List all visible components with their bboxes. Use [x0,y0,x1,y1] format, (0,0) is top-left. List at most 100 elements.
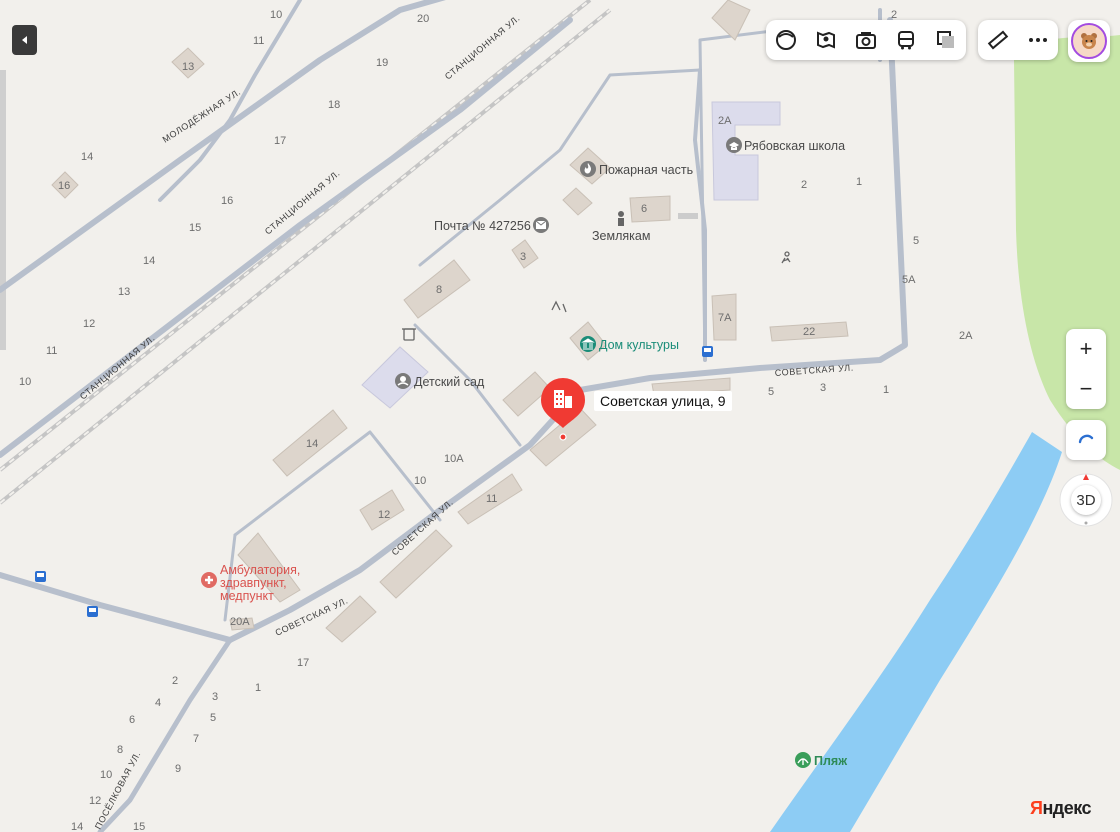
house-number: 7 [193,733,199,745]
house-number: 5А [902,274,916,286]
poi-label: Почта № 427256 [434,219,531,233]
house-number: 10 [414,475,426,487]
tools-toolbar [978,20,1058,60]
geolocation-button[interactable] [1066,420,1106,460]
house-number: 7А [718,312,732,324]
collapse-panel-button[interactable] [12,25,37,55]
poi-monument[interactable]: Землякам [592,229,650,243]
house-number: 12 [378,509,390,521]
poi-kindergarten[interactable]: Детский сад [395,373,485,389]
house-number: 14 [143,255,155,267]
house-number: 16 [221,195,233,207]
yandex-logo[interactable]: Яндекс [1030,798,1092,819]
house-number: 10 [270,9,282,21]
poi-school[interactable]: Рябовская школа [726,137,845,153]
monument-icon [618,211,624,226]
zoom-control: + − [1066,329,1106,409]
house-number: 14 [306,438,318,450]
poi-label: Рябовская школа [744,139,845,153]
bear-avatar-icon [1081,33,1097,49]
user-avatar-button[interactable] [1068,20,1110,62]
layer-toggle-button[interactable] [769,23,803,57]
more-button[interactable] [1021,23,1055,57]
house-number: 10А [444,453,464,465]
house-number: 6 [129,714,135,726]
house-number: 11 [46,345,57,357]
avatar [1071,23,1107,59]
house-number: 5 [210,712,216,724]
more-icon [1029,38,1047,42]
house-number: 9 [175,763,181,775]
zoom-out-button[interactable]: − [1066,369,1106,409]
house-number: 4 [155,697,161,709]
layer-toggle-icon [776,30,796,50]
house-number: 2А [718,115,732,127]
house-number: 8 [436,284,442,296]
house-number: 22 [803,326,815,338]
chevron-left-icon [21,36,27,44]
house-number: 16 [58,180,70,192]
house-number: 1 [255,682,261,694]
photo-icon [856,32,876,49]
house-number: 17 [297,657,309,669]
panorama-button[interactable] [809,23,843,57]
logo-rest: ндекс [1042,798,1092,818]
loading-spinner-icon [1078,434,1094,444]
house-number: 3 [520,251,526,263]
house-number: 15 [189,222,201,234]
house-number: 15 [133,821,145,832]
selected-place-label[interactable]: Советская улица, 9 [594,391,732,411]
map-layers-button[interactable] [929,23,963,57]
house-number: 2 [801,179,807,191]
panorama-icon [817,31,835,49]
map-canvas[interactable]: СТАНЦИОННАЯ УЛ. СТАНЦИОННАЯ УЛ. СТАНЦИОН… [0,0,1120,832]
bus-stop-icon [87,606,98,617]
poi-label: Пляж [814,754,847,768]
house-number: 19 [376,57,388,69]
photo-button[interactable] [849,23,883,57]
poi-label: Пожарная часть [599,163,693,177]
ruler-button[interactable] [981,23,1015,57]
house-number: 2А [959,330,973,342]
compass-3d-control[interactable]: 3D [1058,472,1114,528]
poi-label: медпункт [220,589,274,603]
house-number: 14 [71,821,83,832]
zoom-in-button[interactable]: + [1066,329,1106,369]
house-number: 10 [100,769,112,781]
transit-icon [898,31,914,50]
poi-label: Землякам [592,229,650,243]
house-number: 2 [172,675,178,687]
house-number: 20А [230,616,250,628]
house-number: 14 [81,151,93,163]
poi-label: здравпункт, [220,576,287,590]
house-number: 11 [486,493,497,505]
house-number: 5 [768,386,774,398]
house-number: 8 [117,744,123,756]
house-number: 13 [182,61,194,73]
house-number: 20 [417,13,429,25]
house-number: 12 [83,318,95,330]
house-number: 3 [212,691,218,703]
poi-label: Детский сад [414,375,485,389]
house-number: 10 [19,376,31,388]
transit-button[interactable] [889,23,923,57]
house-number: 3 [820,382,826,394]
bus-stop-icon [702,346,713,357]
logo-first-letter: Я [1030,798,1043,818]
house-number: 6 [641,203,647,215]
house-number: 17 [274,135,286,147]
house-number: 1 [856,176,862,188]
poi-label: Дом культуры [599,338,679,352]
map-layers-icon [937,31,954,48]
mode-3d-button[interactable]: 3D [1071,485,1101,515]
poi-beach[interactable]: Пляж [795,752,847,768]
house-number: 1 [883,384,889,396]
layers-toolbar [766,20,966,60]
stairs-icon [678,213,698,219]
house-number: 13 [118,286,130,298]
poi-label: Амбулатория, [220,563,300,577]
ruler-icon [987,30,1009,50]
house-number: 18 [328,99,340,111]
museum-icon [580,336,596,352]
house-number: 5 [913,235,919,247]
